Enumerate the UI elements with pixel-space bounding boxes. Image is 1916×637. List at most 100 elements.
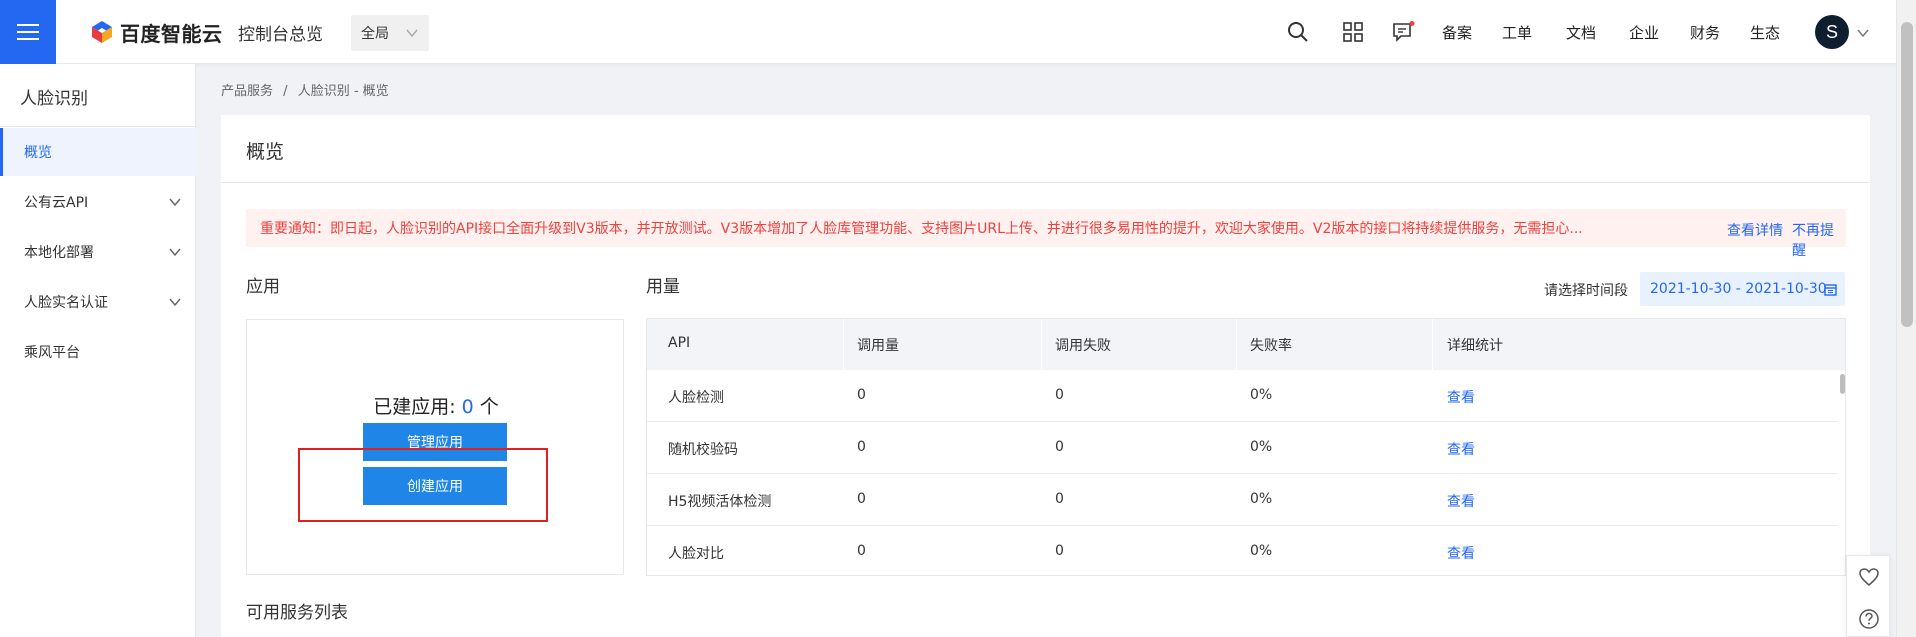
cell-calls: 0 [857,543,866,559]
table-row: 人脸检测 0 0 0% 查看 [647,370,1837,422]
column-header-calls: 调用量 [857,338,899,354]
notice-details-link[interactable]: 查看详情 [1727,220,1783,240]
cell-api: 人脸检测 [668,390,724,406]
table-header: API 调用量 调用失败 失败率 详细统计 [647,319,1845,370]
apps-section-label: 应用 [246,277,280,297]
search-icon[interactable] [1286,20,1310,44]
table-row: 随机校验码 0 0 0% 查看 [647,422,1837,474]
sidebar: 人脸识别 概览 公有云API 本地化部署 人脸实名认证 乘风平台 [0,64,196,637]
breadcrumb-current: 人脸识别 - 概览 [297,84,389,99]
services-section-label: 可用服务列表 [246,603,348,623]
app-count-prefix: 已建应用: [373,396,462,418]
table-row: 人脸对比 0 0 0% 查看 [647,526,1837,575]
logo[interactable]: 百度智能云 [88,17,223,47]
page-scrollbar[interactable] [1896,0,1916,637]
date-range-picker[interactable]: 2021-10-30 - 2021-10-30 [1640,272,1845,306]
logo-text: 百度智能云 [120,21,223,46]
column-header-api: API [668,335,691,351]
cell-failures: 0 [1055,543,1064,559]
cell-rate: 0% [1250,387,1273,403]
divider [843,319,844,370]
cell-rate: 0% [1250,439,1273,455]
view-details-link[interactable]: 查看 [1447,439,1475,459]
date-range-label: 请选择时间段 [1544,283,1628,299]
calendar-icon [1824,284,1837,296]
notice-dismiss-link[interactable]: 不再提醒 [1792,220,1846,260]
nav-link-finance[interactable]: 财务 [1690,22,1720,43]
breadcrumb: 产品服务 / 人脸识别 - 概览 [221,80,395,99]
cell-api: H5视频活体检测 [668,494,772,510]
chevron-down-icon [169,298,181,307]
sidebar-item-local-deploy[interactable]: 本地化部署 [0,228,196,276]
sidebar-item-chengfeng[interactable]: 乘风平台 [0,328,196,376]
chevron-down-icon [406,29,418,38]
sidebar-title: 人脸识别 [20,89,88,109]
cell-rate: 0% [1250,491,1273,507]
table-row: H5视频活体检测 0 0 0% 查看 [647,474,1837,526]
view-details-link[interactable]: 查看 [1447,387,1475,407]
help-icon[interactable] [1858,608,1880,630]
breadcrumb-products[interactable]: 产品服务 [221,84,273,99]
table-scrollbar[interactable] [1838,370,1845,575]
divider [1041,319,1042,370]
cell-failures: 0 [1055,491,1064,507]
chevron-down-icon [169,248,181,257]
nav-link-ticket[interactable]: 工单 [1502,22,1532,43]
top-bar: 百度智能云 控制台总览 全局 备案 工单 文档 企业 财务 生态 S [0,0,1916,64]
divider [0,126,196,127]
nav-link-ecosystem[interactable]: 生态 [1750,22,1780,43]
floating-toolbar [1846,555,1890,637]
overview-card: 概览 重要通知：即日起，人脸识别的API接口全面升级到V3版本，并开放测试。V3… [221,115,1870,637]
nav-link-docs[interactable]: 文档 [1566,22,1596,43]
cell-calls: 0 [857,439,866,455]
chevron-down-icon [169,198,181,207]
view-details-link[interactable]: 查看 [1447,491,1475,511]
sidebar-item-label: 概览 [24,145,52,161]
sidebar-item-label: 乘风平台 [24,345,80,361]
nav-link-beian[interactable]: 备案 [1442,22,1472,43]
cell-api: 随机校验码 [668,442,738,458]
column-header-details: 详细统计 [1447,338,1503,354]
nav-link-enterprise[interactable]: 企业 [1629,22,1659,43]
cell-failures: 0 [1055,387,1064,403]
sidebar-item-label: 本地化部署 [24,245,94,261]
divider [221,182,1870,183]
app-count: 已建应用: 0 个 [247,392,625,419]
usage-section-label: 用量 [646,277,680,297]
apps-grid-icon[interactable] [1341,20,1365,44]
notice-banner: 重要通知：即日起，人脸识别的API接口全面升级到V3版本，并开放测试。V3版本增… [246,209,1846,259]
column-header-rate: 失败率 [1250,338,1292,354]
chevron-down-icon[interactable] [1856,26,1870,40]
menu-button[interactable] [0,0,56,64]
cell-failures: 0 [1055,439,1064,455]
app-count-value: 0 [461,396,474,418]
cell-api: 人脸对比 [668,546,724,562]
divider [1432,319,1433,370]
logo-icon [92,21,112,43]
hamburger-icon [17,24,39,40]
avatar[interactable]: S [1815,15,1849,49]
console-overview-link[interactable]: 控制台总览 [238,20,323,45]
apps-panel: 已建应用: 0 个 管理应用 创建应用 [246,319,624,575]
view-details-link[interactable]: 查看 [1447,543,1475,563]
sidebar-item-realname-auth[interactable]: 人脸实名认证 [0,278,196,326]
app-count-suffix: 个 [473,396,499,418]
region-select[interactable]: 全局 [351,15,429,51]
page-title: 概览 [246,141,285,163]
message-icon[interactable] [1391,20,1415,44]
breadcrumb-separator: / [283,84,288,99]
cell-calls: 0 [857,387,866,403]
notice-text: 重要通知：即日起，人脸识别的API接口全面升级到V3版本，并开放测试。V3版本增… [260,221,1583,237]
sidebar-item-public-api[interactable]: 公有云API [0,178,196,226]
usage-table: API 调用量 调用失败 失败率 详细统计 人脸检测 0 0 0% 查看 随机校… [646,318,1846,576]
divider [1236,319,1237,370]
sidebar-item-label: 人脸实名认证 [24,295,108,311]
cell-rate: 0% [1250,543,1273,559]
date-range-value: 2021-10-30 - 2021-10-30 [1650,281,1827,297]
sidebar-item-overview[interactable]: 概览 [0,128,196,176]
sidebar-item-label: 公有云API [24,195,89,211]
heart-icon[interactable] [1858,566,1880,588]
highlight-annotation [298,448,548,522]
column-header-failures: 调用失败 [1055,338,1111,354]
region-select-value: 全局 [361,26,389,42]
